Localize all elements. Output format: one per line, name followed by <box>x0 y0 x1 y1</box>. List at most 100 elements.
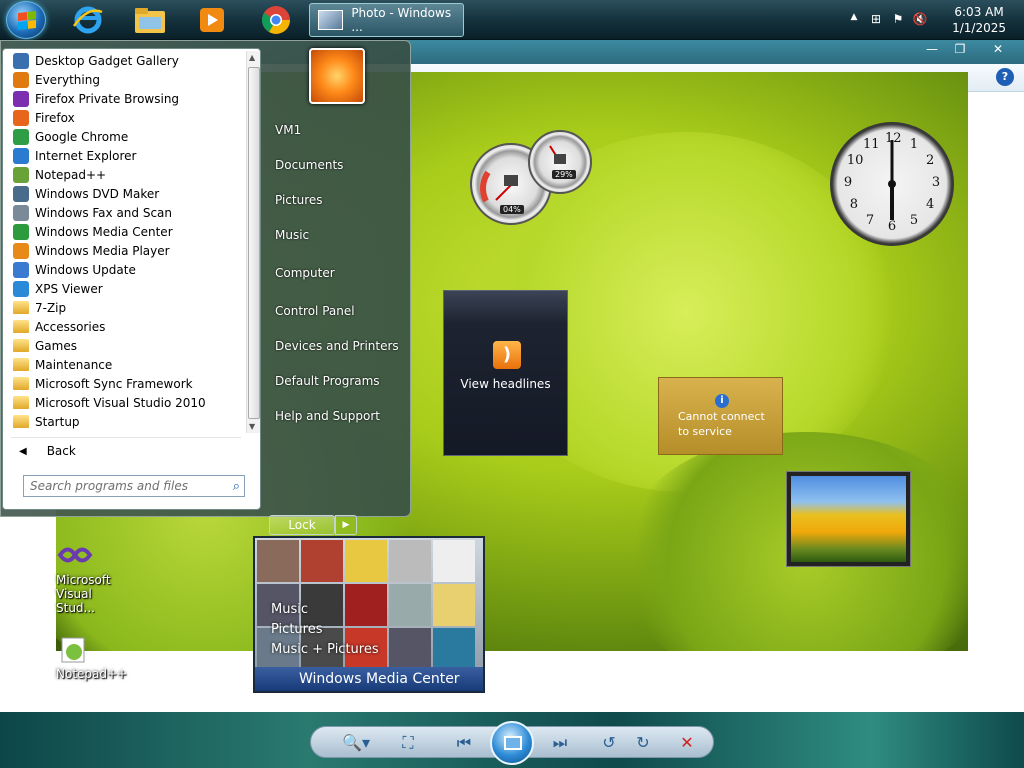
weather-gadget[interactable]: i Cannot connect to service <box>658 377 783 455</box>
clock[interactable]: 6:03 AM 1/1/2025 <box>952 4 1006 36</box>
show-hidden-icons-icon[interactable]: ▲ <box>846 12 862 28</box>
media-center-gadget[interactable]: Music Pictures Music + Pictures Windows … <box>253 536 485 693</box>
media-center-item[interactable]: Pictures <box>271 620 379 640</box>
program-item[interactable]: Firefox <box>3 108 244 127</box>
program-item[interactable]: Desktop Gadget Gallery <box>3 51 244 70</box>
program-label: Windows Media Center <box>35 224 173 239</box>
program-label: Windows Update <box>35 262 136 277</box>
program-label: XPS Viewer <box>35 281 103 296</box>
start-menu-link[interactable]: Default Programs <box>263 364 411 399</box>
taskbar-photo-viewer[interactable]: Photo - Windows ... <box>309 3 464 37</box>
feed-headlines-gadget[interactable]: ) View headlines <box>443 290 568 456</box>
program-item[interactable]: Windows DVD Maker <box>3 184 244 203</box>
media-center-item[interactable]: Music + Pictures <box>271 640 379 660</box>
program-item[interactable]: Notepad++ <box>3 165 244 184</box>
program-item[interactable]: 7-Zip <box>3 298 244 317</box>
program-label: Microsoft Visual Studio 2010 <box>35 395 206 410</box>
update-icon <box>13 261 29 278</box>
notepad-icon <box>61 637 85 663</box>
start-menu-right-pane: VM1 Documents Pictures Music Computer Control… <box>263 113 411 434</box>
clock-hands-icon <box>888 140 896 220</box>
program-item[interactable]: Microsoft Sync Framework <box>3 374 244 393</box>
scroll-up-icon[interactable]: ▲ <box>249 53 255 62</box>
previous-icon[interactable]: ⏮ <box>444 733 484 753</box>
clock-gadget[interactable]: 12 1 2 3 4 5 6 7 8 9 10 11 <box>830 122 954 246</box>
program-item[interactable]: Google Chrome <box>3 127 244 146</box>
program-label: Notepad++ <box>35 167 107 182</box>
rotate-counterclockwise-icon[interactable]: ↺ <box>598 733 620 753</box>
program-item[interactable]: Microsoft Visual Studio 2010 <box>3 393 244 412</box>
dvd-icon <box>13 185 29 202</box>
slide-show-button[interactable] <box>490 721 534 765</box>
media-center-footer: Windows Media Center <box>255 667 483 691</box>
program-item[interactable]: Windows Media Player <box>3 241 244 260</box>
memory-gauge-icon <box>549 145 566 164</box>
program-label: Internet Explorer <box>35 148 137 163</box>
program-item[interactable]: Maintenance <box>3 355 244 374</box>
program-item[interactable]: Startup <box>3 412 244 431</box>
zoom-icon[interactable]: 🔍▾ <box>336 733 376 753</box>
volume-muted-icon[interactable]: 🔇 <box>912 12 928 28</box>
program-item[interactable]: Firefox Private Browsing <box>3 89 244 108</box>
memory-reading: 29% <box>552 170 576 179</box>
start-menu-link[interactable]: Documents <box>263 148 411 183</box>
minimize-button[interactable]: — <box>918 40 946 58</box>
program-item[interactable]: Internet Explorer <box>3 146 244 165</box>
scroll-down-icon[interactable]: ▼ <box>249 422 255 431</box>
start-menu-link[interactable]: Music <box>263 218 411 253</box>
slide-show-gadget[interactable] <box>786 471 911 567</box>
ie-icon[interactable] <box>66 1 110 39</box>
program-item[interactable]: Everything <box>3 70 244 89</box>
search-icon <box>13 71 29 88</box>
network-icon[interactable]: ⊞ <box>868 12 884 28</box>
rotate-clockwise-icon[interactable]: ↻ <box>632 733 654 753</box>
clock-date: 1/1/2025 <box>952 21 1006 35</box>
delete-icon[interactable]: ✕ <box>676 733 698 753</box>
close-button[interactable]: ✕ <box>980 40 1016 58</box>
scrollbar-thumb[interactable] <box>248 67 260 419</box>
start-menu-link[interactable]: Help and Support <box>263 399 411 434</box>
windows-logo-icon <box>18 11 36 30</box>
tulips-image <box>791 476 906 562</box>
lock-button[interactable]: Lock <box>269 515 335 535</box>
shutdown-options-arrow-icon[interactable]: ▶ <box>335 515 357 535</box>
system-tray: ▲ ⊞ ⚑ 🔇 6:03 AM 1/1/2025 <box>834 0 1024 40</box>
back-button[interactable]: ◀ Back <box>3 441 244 461</box>
desktop-icon-visual-studio[interactable]: Microsoft Visual Stud... <box>56 540 116 615</box>
start-menu-programs-pane: Desktop Gadget Gallery Everything Firefox … <box>2 48 261 510</box>
weather-text: Cannot connect <box>678 410 765 423</box>
search-input[interactable]: Search programs and files ⌕ <box>23 475 245 497</box>
start-menu-link[interactable]: Control Panel <box>263 294 411 329</box>
restore-button[interactable]: ❐ <box>946 40 974 58</box>
explorer-icon[interactable] <box>128 1 172 39</box>
chrome-icon[interactable] <box>254 1 298 39</box>
user-picture[interactable] <box>309 48 365 104</box>
media-center-item[interactable]: Music <box>271 600 379 620</box>
program-item[interactable]: Accessories <box>3 317 244 336</box>
start-button[interactable] <box>6 1 46 39</box>
memory-meter-gadget[interactable]: 29% <box>528 130 592 194</box>
start-menu-link[interactable]: Devices and Printers <box>263 329 411 364</box>
programs-scrollbar[interactable]: ▲ ▼ <box>246 51 260 433</box>
media-player-icon[interactable] <box>190 1 234 39</box>
folder-icon <box>13 377 29 390</box>
photo-viewer-icon <box>318 10 344 30</box>
program-label: Firefox <box>35 110 75 125</box>
program-item[interactable]: Windows Media Center <box>3 222 244 241</box>
help-button[interactable]: ? <box>996 68 1014 86</box>
program-label: Windows DVD Maker <box>35 186 160 201</box>
desktop-icon-notepad[interactable]: Notepad++ <box>56 634 127 681</box>
cpu-reading: 04% <box>500 205 524 214</box>
start-menu-link[interactable]: Pictures <box>263 183 411 218</box>
program-item[interactable]: Windows Update <box>3 260 244 279</box>
program-item[interactable]: Windows Fax and Scan <box>3 203 244 222</box>
rss-icon: ) <box>493 341 521 369</box>
actual-size-icon[interactable]: ⛶ <box>396 733 420 753</box>
program-item[interactable]: Games <box>3 336 244 355</box>
folder-icon <box>13 358 29 371</box>
program-item[interactable]: XPS Viewer <box>3 279 244 298</box>
next-icon[interactable]: ⏭ <box>540 733 580 753</box>
start-menu-link[interactable]: Computer <box>263 256 411 291</box>
start-menu-link[interactable]: VM1 <box>263 113 411 148</box>
action-center-flag-icon[interactable]: ⚑ <box>890 12 906 28</box>
